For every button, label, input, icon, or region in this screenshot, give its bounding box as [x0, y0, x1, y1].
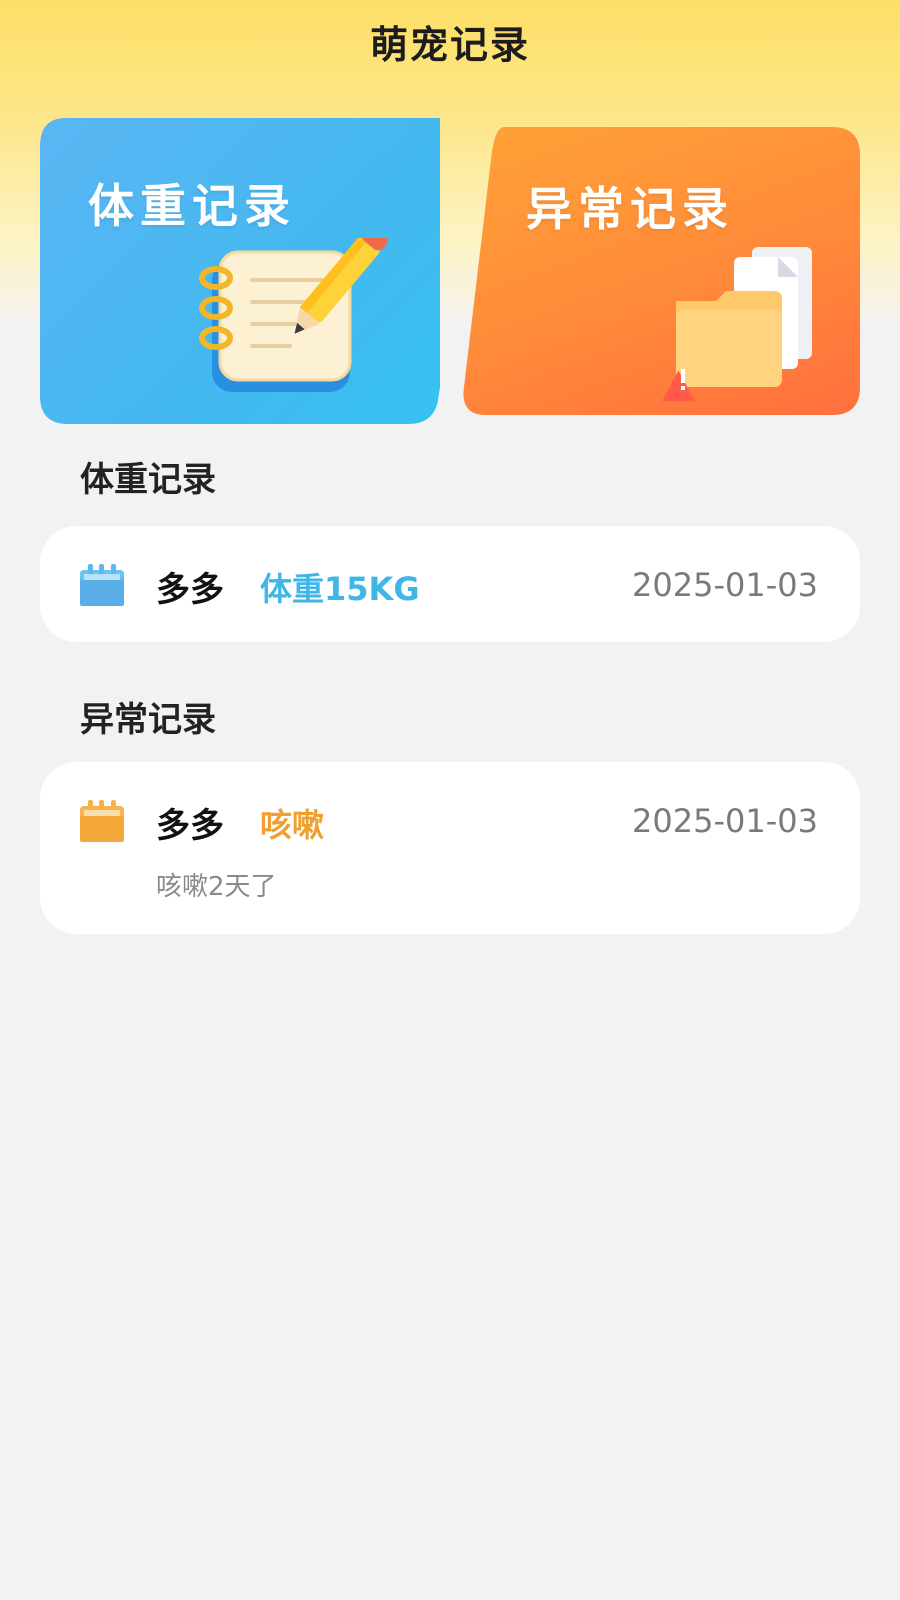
calendar-icon [80, 564, 124, 606]
abnormal-record-card[interactable]: 异常记录 [460, 127, 860, 415]
weight-section-title: 体重记录 [80, 460, 216, 500]
record-date: 2025-01-03 [632, 802, 818, 840]
weight-record-card[interactable]: 体重记录 [40, 118, 440, 424]
record-note: 咳嗽2天了 [156, 872, 277, 902]
record-date: 2025-01-03 [632, 566, 818, 604]
weight-card-label: 体重记录 [88, 179, 296, 233]
page-title: 萌宠记录 [369, 23, 530, 67]
symptom-tag: 咳嗽 [260, 806, 325, 844]
calendar-icon [80, 800, 124, 842]
pet-name: 多多 [156, 570, 224, 610]
folder-warning-icon [656, 239, 836, 409]
weight-record-row[interactable]: 多多 体重15KG 2025-01-03 [40, 526, 860, 642]
abnormal-record-row[interactable]: 多多 咳嗽 2025-01-03 咳嗽2天了 [40, 762, 860, 934]
weight-value: 体重15KG [260, 570, 420, 608]
abnormal-card-label: 异常记录 [526, 182, 734, 236]
notebook-pencil-icon [190, 238, 390, 418]
abnormal-section-title: 异常记录 [80, 700, 216, 740]
pet-name: 多多 [156, 806, 224, 846]
